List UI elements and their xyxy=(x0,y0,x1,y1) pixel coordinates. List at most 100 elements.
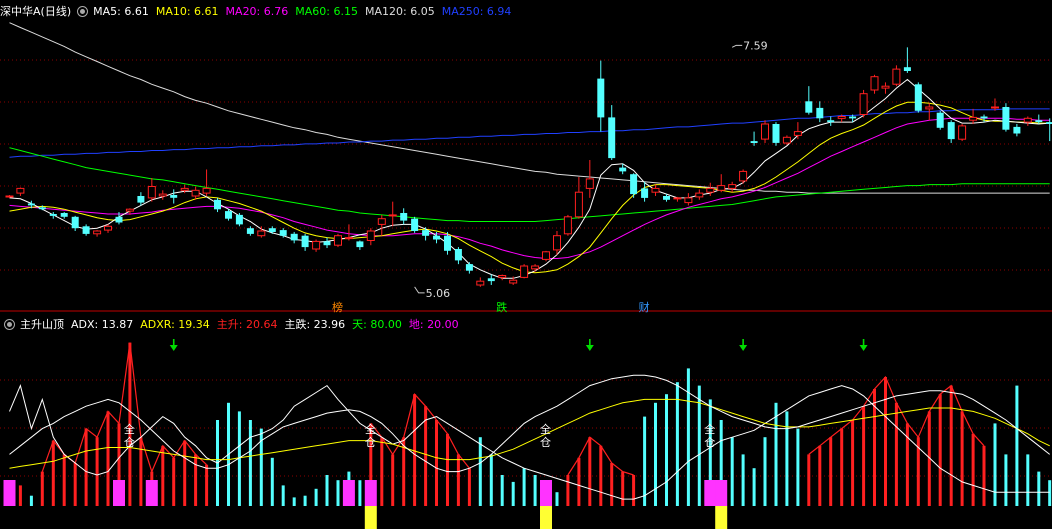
candle-body xyxy=(246,228,254,234)
candle-body xyxy=(147,186,156,199)
indicator-bar xyxy=(18,485,22,506)
quancang-label: 仓 xyxy=(540,435,551,449)
indicator-bar xyxy=(380,437,384,506)
indicator-bar xyxy=(1048,480,1052,506)
candle-body xyxy=(356,241,364,248)
candle-body xyxy=(487,278,495,282)
candle-body xyxy=(16,187,25,194)
di-label: 地: 20.00 xyxy=(408,318,459,331)
indicator-bar xyxy=(51,440,55,506)
indicator-bar xyxy=(358,480,362,506)
candle-body xyxy=(82,226,90,234)
indicator-bar xyxy=(643,416,647,506)
indicator-bar xyxy=(686,368,690,506)
candle-body xyxy=(191,189,200,197)
indicator-bar xyxy=(183,440,187,506)
candle-body xyxy=(739,170,748,182)
candle-body xyxy=(411,218,419,231)
indicator-bar xyxy=(1015,385,1019,506)
indicator-bar xyxy=(763,437,767,506)
candle-body xyxy=(1035,120,1043,123)
candle-body xyxy=(991,106,999,109)
di-marker-base xyxy=(364,506,377,529)
di-marker-base xyxy=(715,506,728,529)
candle-body xyxy=(1046,122,1052,124)
indicator-bar xyxy=(774,402,778,506)
indicator-bar xyxy=(292,497,296,506)
indicator-bar xyxy=(478,437,482,506)
indicator-bar xyxy=(654,402,657,506)
candle-body xyxy=(170,195,178,198)
indicator-bar xyxy=(106,411,110,506)
indicator-bar xyxy=(741,454,745,506)
event-tag: 财 xyxy=(639,300,650,314)
zhusheng-line xyxy=(370,392,470,469)
candle-body xyxy=(5,195,14,198)
candle-body xyxy=(344,237,353,240)
candle-body xyxy=(608,117,616,159)
candle-body xyxy=(334,235,342,246)
candle-body xyxy=(619,167,627,172)
indicator-bar xyxy=(982,445,986,506)
indicator-bar xyxy=(610,463,614,506)
ma10-line xyxy=(9,101,1050,274)
sub-title: 主升山顶 xyxy=(20,318,64,331)
candle-body xyxy=(301,235,309,248)
candle-body xyxy=(663,196,670,200)
indicator-bar xyxy=(84,428,88,506)
candle-body xyxy=(673,197,682,200)
indicator-bar xyxy=(829,437,833,506)
candle-body xyxy=(158,193,167,197)
candle-body xyxy=(706,187,715,193)
indicator-bar xyxy=(413,394,417,506)
indicator-bar xyxy=(194,454,198,506)
candle-body xyxy=(936,112,944,128)
candle-body xyxy=(651,187,660,193)
di-marker xyxy=(715,480,728,506)
indicator-bar xyxy=(785,411,789,506)
di-marker xyxy=(540,480,552,506)
candle-body xyxy=(531,265,540,270)
indicator-bar xyxy=(533,475,537,506)
indicator-bar xyxy=(511,481,515,506)
candle-body xyxy=(71,216,79,229)
di-marker xyxy=(113,480,125,506)
candle-body xyxy=(641,188,649,198)
indicator-bar xyxy=(270,457,274,506)
indicator-bar xyxy=(752,468,756,506)
candle-body xyxy=(268,228,276,232)
settings-gear-icon[interactable] xyxy=(77,5,89,17)
indicator-bar xyxy=(336,480,340,506)
tian-label: 天: 80.00 xyxy=(352,318,402,331)
quancang-label: 全 xyxy=(704,422,715,436)
indicator-bar xyxy=(938,394,942,506)
indicator-bar xyxy=(949,385,953,506)
indicator-gear-icon[interactable] xyxy=(4,318,15,330)
ma5-label: MA5: 6.61 xyxy=(93,4,149,18)
main-header: 深中华A(日线) MA5: 6.61 MA10: 6.61 MA20: 6.76… xyxy=(0,3,518,19)
di-marker xyxy=(145,480,158,506)
candle-body xyxy=(947,122,955,140)
candle-body xyxy=(509,279,518,284)
candle-body xyxy=(520,265,529,278)
candle-body xyxy=(27,203,35,206)
candle-body xyxy=(49,214,57,216)
candle-body xyxy=(574,191,583,218)
price-annotation-leader xyxy=(731,44,743,48)
price-annotation: 5.06 xyxy=(426,287,451,300)
indicator-bar xyxy=(435,420,438,506)
candle-body xyxy=(60,213,68,217)
indicator-bar xyxy=(840,428,844,506)
adx-label: ADX: 13.87 xyxy=(71,317,134,331)
di-marker xyxy=(704,480,717,506)
indicator-bar xyxy=(500,475,504,506)
indicator-bar xyxy=(73,463,77,506)
indicator-bar xyxy=(325,475,329,506)
candle-body xyxy=(859,93,868,115)
quancang-label: 全 xyxy=(365,422,376,436)
quancang-label: 仓 xyxy=(365,435,376,449)
candle-body xyxy=(312,240,321,250)
candle-body xyxy=(433,235,440,240)
ma120-label: MA120: 6.05 xyxy=(364,4,435,18)
candle-body xyxy=(695,192,704,198)
